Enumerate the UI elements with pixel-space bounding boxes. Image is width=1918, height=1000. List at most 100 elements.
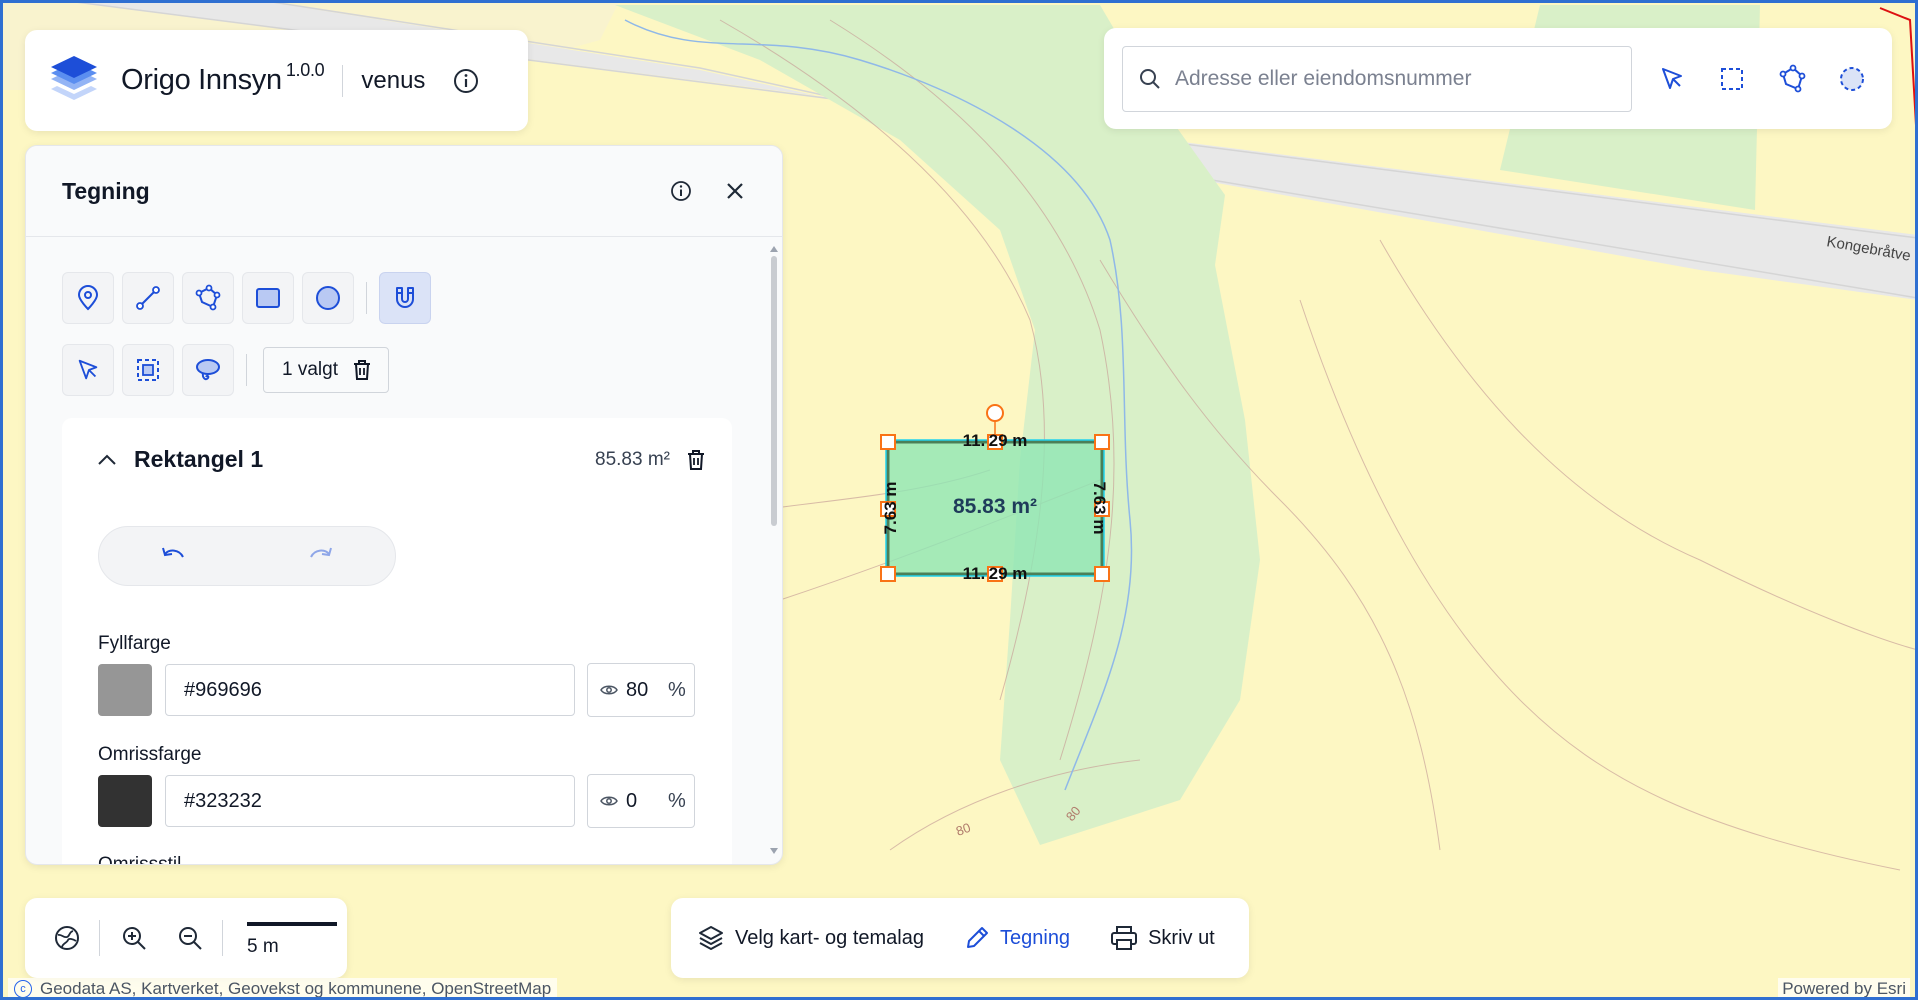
select-lasso-button[interactable]: [182, 344, 234, 396]
box-select-icon: [137, 359, 159, 381]
pointer-select-button[interactable]: [1652, 59, 1692, 99]
close-icon: [727, 183, 743, 199]
resize-handle[interactable]: [1094, 434, 1110, 450]
search-box[interactable]: [1122, 45, 1632, 112]
bottom-toolbar: Velg kart- og temalag Tegning Skriv ut: [671, 898, 1249, 978]
info-icon: [671, 181, 691, 201]
feature-area: 85.83 m²: [595, 448, 670, 470]
fill-opacity-input[interactable]: 80%: [587, 663, 695, 717]
select-box-button[interactable]: [122, 344, 174, 396]
right-length-label: 7.63 m: [1090, 482, 1109, 535]
stroke-color-label: Omrissfarge: [98, 744, 202, 765]
box-select-icon: [1721, 67, 1743, 90]
polygon-select-icon: [1779, 64, 1806, 92]
app-version: 1.0.0: [285, 60, 325, 80]
chevron-up-icon[interactable]: [96, 453, 118, 467]
snap-magnet-icon: [396, 287, 414, 308]
attribution-text: Geodata AS, Kartverket, Geovekst og komm…: [40, 979, 552, 998]
home-extent-button[interactable]: [47, 918, 87, 958]
drawing-label: Tegning: [1000, 926, 1071, 949]
app-user: venus: [361, 66, 426, 94]
eye-icon: [600, 685, 618, 695]
polygon-icon: [195, 284, 221, 311]
search-input[interactable]: [1173, 65, 1615, 92]
feature-name: Rektangel 1: [134, 446, 264, 472]
panel-info-button[interactable]: [664, 174, 698, 208]
search-toolbar: [1104, 28, 1892, 129]
control-separator: [99, 920, 100, 956]
pointer-select-icon: [1662, 67, 1682, 89]
draw-tools-row: [62, 272, 439, 324]
fill-color-input[interactable]: #969696: [165, 664, 575, 716]
map-attribution: c Geodata AS, Kartverket, Geovekst og ko…: [8, 978, 558, 1000]
copyright-icon[interactable]: c: [14, 980, 32, 998]
area-label: 85.83 m²: [953, 495, 1037, 518]
globe-icon: [55, 926, 79, 950]
scroll-thumb[interactable]: [771, 256, 777, 526]
zoom-in-icon: [123, 927, 146, 950]
resize-handle[interactable]: [880, 434, 896, 450]
layers-logo-icon: [51, 55, 97, 100]
point-icon: [77, 285, 99, 311]
print-label: Skriv ut: [1148, 926, 1215, 949]
redo-icon[interactable]: [307, 545, 335, 567]
search-icon: [1140, 68, 1160, 89]
box-select-button[interactable]: [1712, 59, 1752, 99]
draw-rectangle-button[interactable]: [242, 272, 294, 324]
panel-scrollbar[interactable]: [770, 244, 778, 856]
selection-count-chip: 1 valgt: [263, 347, 389, 393]
rectangle-icon: [256, 288, 280, 308]
polygon-select-button[interactable]: [1772, 59, 1812, 99]
rotate-handle[interactable]: [986, 404, 1004, 422]
stroke-opacity-input[interactable]: 0%: [587, 774, 695, 828]
snap-toggle-button[interactable]: [379, 272, 431, 324]
feature-header[interactable]: Rektangel 1 85.83 m²: [96, 446, 706, 473]
stroke-style-label: Omrissstil: [98, 854, 182, 865]
stroke-color-input[interactable]: #323232: [165, 775, 575, 827]
scale-bar: 5 m: [247, 916, 337, 960]
app-header: Origo Innsyn 1.0.0 venus: [25, 30, 528, 131]
undo-redo-group: [98, 526, 396, 586]
tool-separator: [246, 354, 247, 386]
stroke-color-swatch[interactable]: [98, 775, 152, 827]
draw-point-button[interactable]: [62, 272, 114, 324]
circle-icon: [316, 286, 340, 310]
trash-icon[interactable]: [352, 359, 372, 381]
draw-polygon-button[interactable]: [182, 272, 234, 324]
panel-title: Tegning: [62, 177, 150, 204]
fill-color-swatch[interactable]: [98, 664, 152, 716]
zoom-in-button[interactable]: [114, 918, 154, 958]
drawing-panel: Tegning 1 valgt Rektangel 1 85.83 m² Fyl…: [25, 145, 783, 865]
draw-line-button[interactable]: [122, 272, 174, 324]
info-button[interactable]: [451, 66, 481, 96]
select-pointer-button[interactable]: [62, 344, 114, 396]
scroll-down-icon: [770, 848, 778, 854]
fill-color-label: Fyllfarge: [98, 633, 171, 654]
map-controls: 5 m: [25, 898, 347, 978]
circle-select-button[interactable]: [1832, 59, 1872, 99]
tool-separator: [366, 282, 367, 314]
resize-handle[interactable]: [1094, 566, 1110, 582]
zoom-out-button[interactable]: [170, 918, 210, 958]
scale-label: 5 m: [247, 936, 279, 957]
app-title: Origo Innsyn 1.0.0: [121, 60, 325, 96]
zoom-out-icon: [179, 927, 202, 950]
scroll-up-icon: [770, 246, 778, 252]
print-button[interactable]: Skriv ut: [1110, 925, 1215, 951]
drawing-button[interactable]: Tegning: [964, 925, 1070, 951]
circle-select-icon: [1840, 66, 1864, 91]
undo-icon[interactable]: [159, 545, 187, 567]
draw-circle-button[interactable]: [302, 272, 354, 324]
select-tools-row: 1 valgt: [62, 344, 389, 396]
layers-label: Velg kart- og temalag: [735, 926, 924, 949]
eye-icon: [600, 796, 618, 806]
resize-handle[interactable]: [880, 566, 896, 582]
panel-close-button[interactable]: [718, 174, 752, 208]
bottom-length-label: 11. 29 m: [963, 564, 1028, 583]
header-divider: [342, 64, 344, 97]
panel-header: Tegning: [26, 146, 782, 237]
trash-icon[interactable]: [686, 449, 706, 471]
layers-button[interactable]: Velg kart- og temalag: [697, 924, 924, 952]
powered-by: Powered by Esri: [1778, 978, 1910, 1000]
printer-icon: [1111, 926, 1138, 950]
